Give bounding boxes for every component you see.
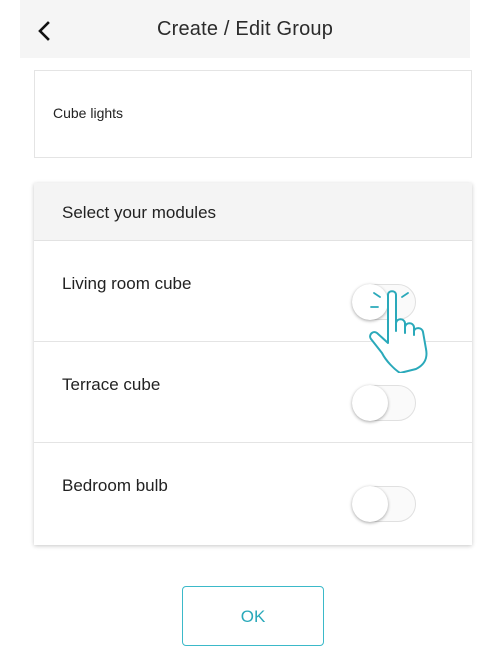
- module-row-terrace-cube[interactable]: Terrace cube: [34, 342, 472, 443]
- toggle-knob: [352, 284, 388, 320]
- module-label: Bedroom bulb: [62, 476, 168, 495]
- group-name-field[interactable]: [34, 70, 472, 158]
- module-label: Living room cube: [62, 274, 192, 293]
- toggle-knob: [352, 385, 388, 421]
- module-row-living-room-cube[interactable]: Living room cube: [34, 241, 472, 342]
- group-name-input[interactable]: [53, 105, 433, 121]
- module-row-bedroom-bulb[interactable]: Bedroom bulb: [34, 443, 472, 544]
- module-label: Terrace cube: [62, 375, 161, 394]
- page-title: Create / Edit Group: [156, 18, 334, 40]
- bedroom-bulb-toggle[interactable]: [352, 486, 416, 522]
- living-room-cube-toggle[interactable]: [352, 284, 416, 320]
- ok-button[interactable]: OK: [182, 586, 324, 646]
- terrace-cube-toggle[interactable]: [352, 385, 416, 421]
- modules-title: Select your modules: [62, 203, 217, 222]
- modules-header: Select your modules: [34, 183, 472, 241]
- modules-card: Select your modules Living room cube Ter…: [34, 183, 472, 545]
- top-app-bar: Create / Edit Group: [20, 0, 470, 58]
- ok-button-label: OK: [240, 607, 266, 626]
- toggle-knob: [352, 486, 388, 522]
